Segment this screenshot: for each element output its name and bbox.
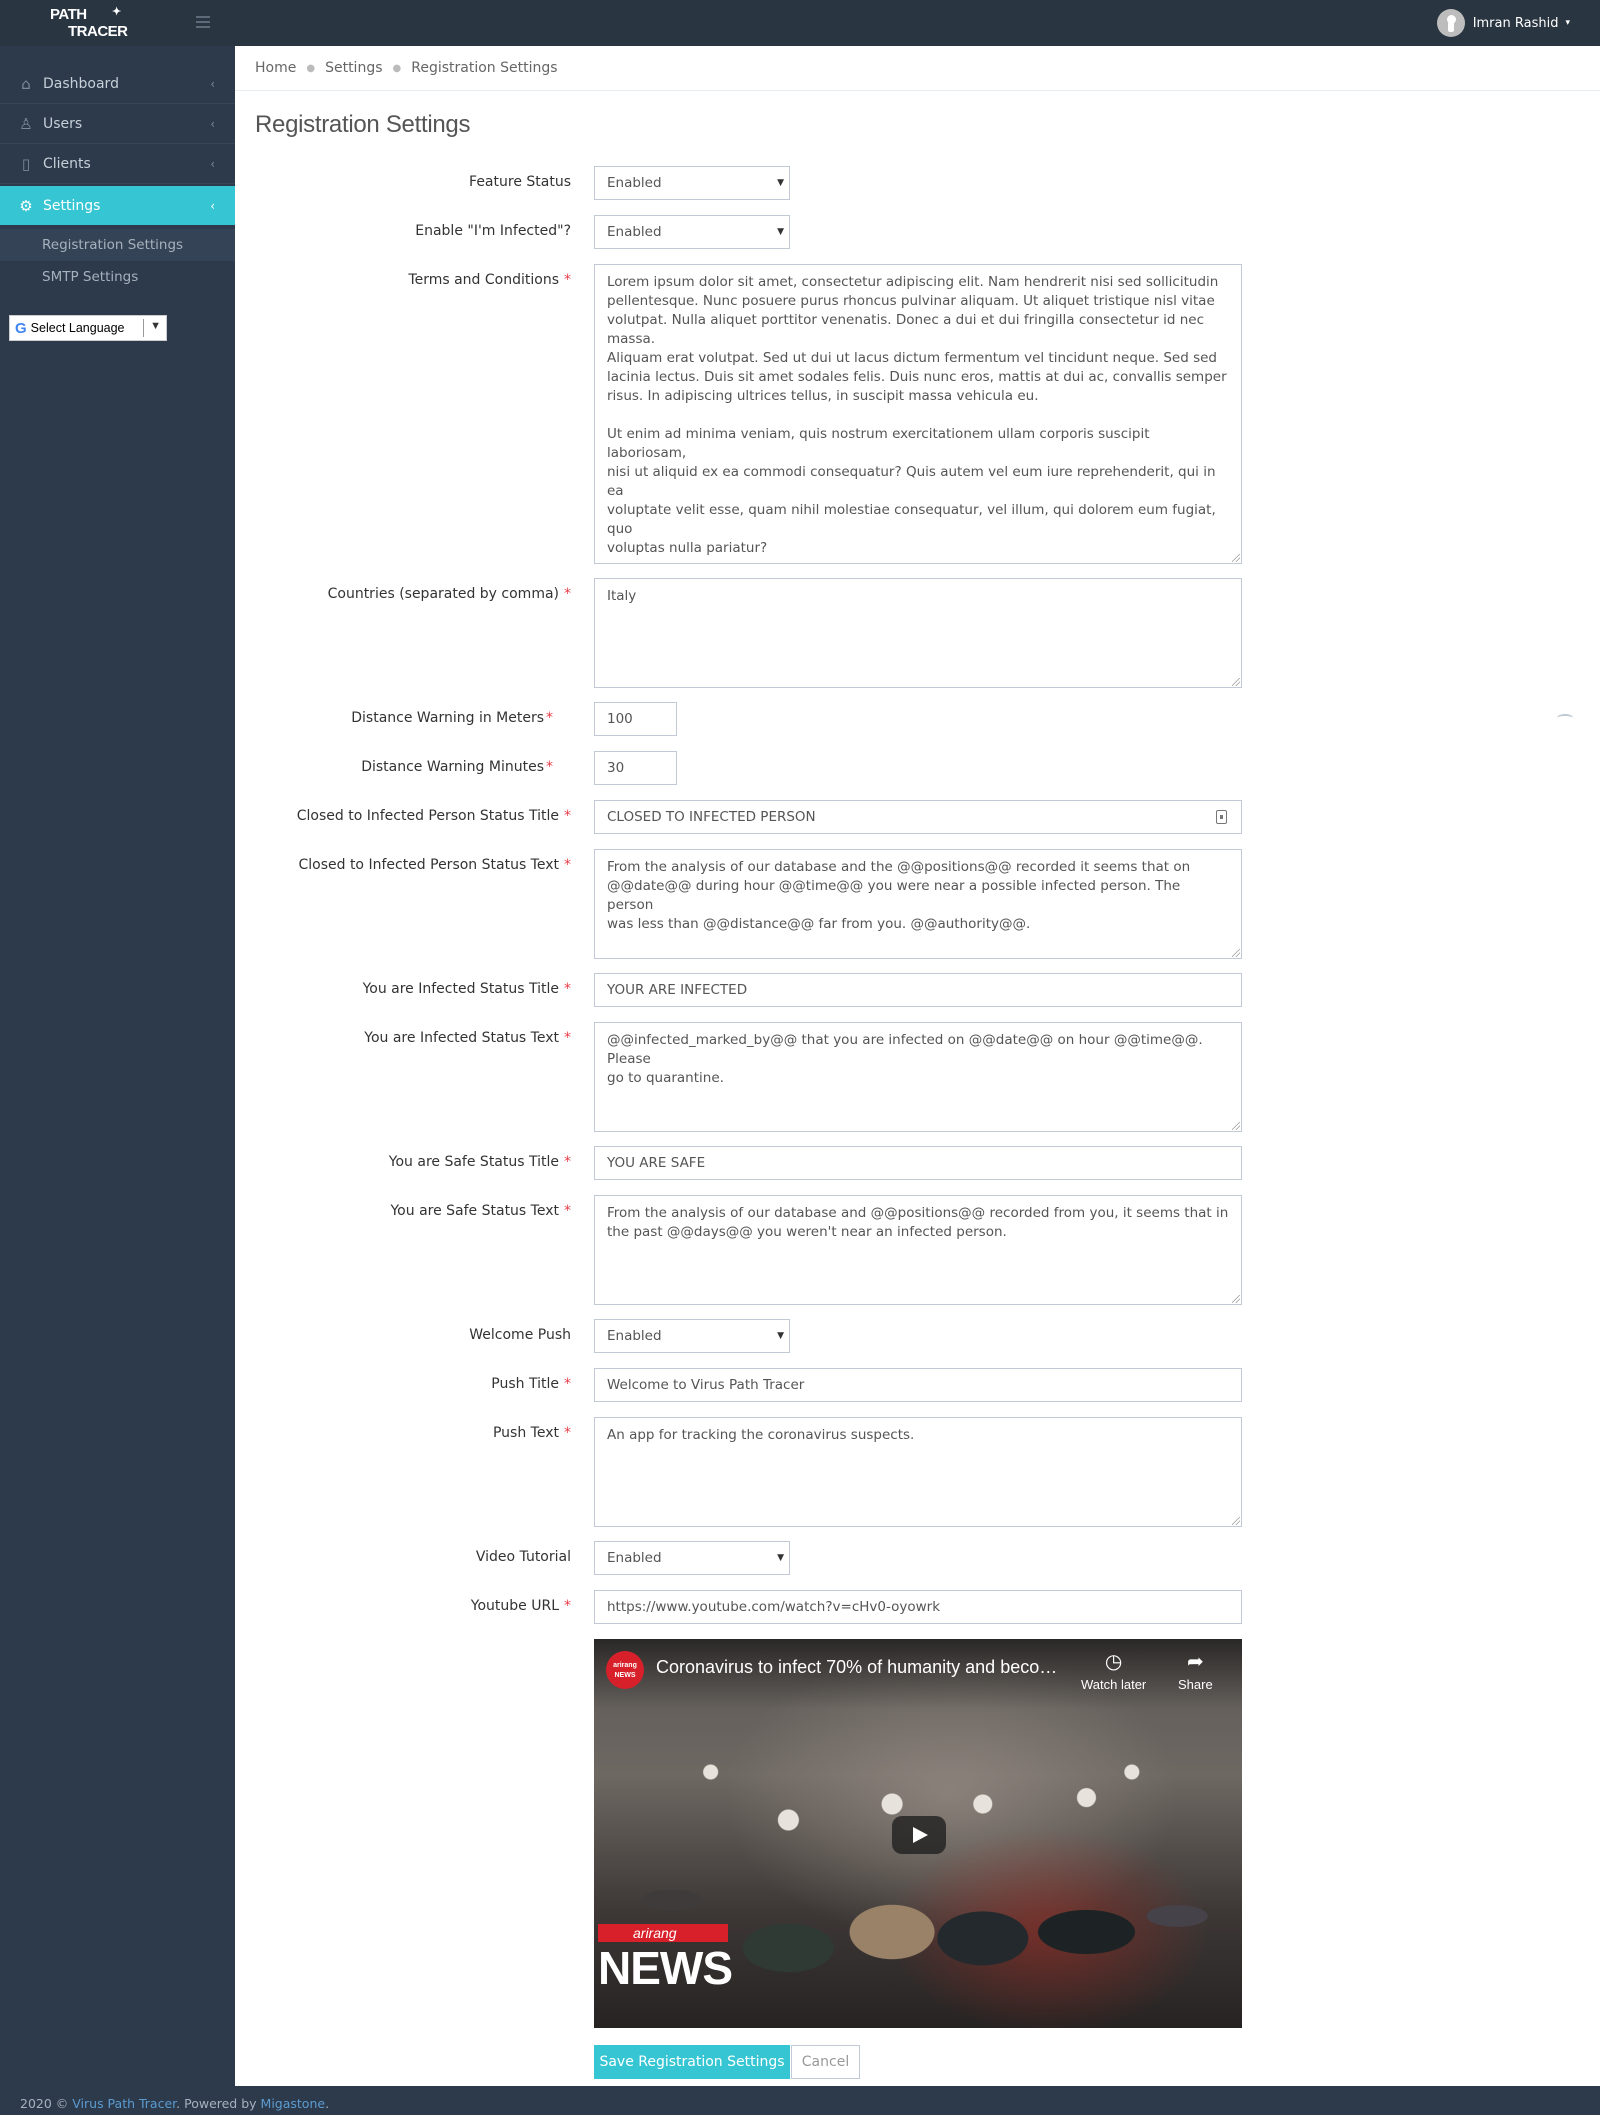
language-selector[interactable]: G Select Language ▼ <box>9 315 167 341</box>
logo-star-icon: ✦ <box>112 6 121 18</box>
youtube-video-embed[interactable]: arirang NEWS Coronavirus to infect 70% o… <box>594 1639 1242 2028</box>
closed-title-label: Closed to Infected Person Status Title * <box>296 808 571 824</box>
feature-status-label: Feature Status <box>469 174 571 190</box>
closed-title-input[interactable]: CLOSED TO INFECTED PERSON <box>594 800 1242 834</box>
infected-title-label: You are Infected Status Title * <box>362 981 571 997</box>
app-logo[interactable]: PATH TRACER ✦ <box>50 4 136 44</box>
push-text-textarea[interactable]: An app for tracking the coronavirus susp… <box>594 1417 1242 1527</box>
closed-text-label: Closed to Infected Person Status Text * <box>298 857 571 873</box>
logo-line-2: TRACER <box>68 23 128 40</box>
enable-infected-label: Enable "I'm Infected"? <box>415 223 571 239</box>
youtube-url-label: Youtube URL * <box>470 1598 571 1614</box>
home-icon: ⌂ <box>21 75 31 93</box>
breadcrumb-separator-icon: ● <box>392 62 402 74</box>
safe-text-textarea[interactable]: From the analysis of our database and @@… <box>594 1195 1242 1305</box>
share-button[interactable]: ➦ Share <box>1178 1651 1213 1692</box>
safe-text-label: You are Safe Status Text * <box>390 1203 571 1219</box>
breadcrumb-separator-icon: ● <box>306 62 316 74</box>
play-button-icon[interactable] <box>892 1816 946 1854</box>
breadcrumb-settings[interactable]: Settings <box>325 60 382 76</box>
infected-title-input[interactable]: YOUR ARE INFECTED <box>594 973 1242 1007</box>
safe-title-input[interactable]: YOU ARE SAFE <box>594 1146 1242 1180</box>
news-logo-bar: arirang <box>598 1924 728 1942</box>
push-text-label: Push Text * <box>492 1425 571 1441</box>
distance-minutes-label: Distance Warning Minutes * <box>361 759 553 775</box>
cancel-button[interactable]: Cancel <box>791 2045 860 2079</box>
language-selector-label: Select Language <box>30 321 125 335</box>
distance-minutes-input[interactable]: 30 <box>594 751 677 785</box>
page-title: Registration Settings <box>255 111 471 138</box>
safe-title-label: You are Safe Status Title * <box>388 1154 571 1170</box>
welcome-push-select[interactable]: Enabled ▼ <box>594 1319 790 1353</box>
push-title-input[interactable]: Welcome to Virus Path Tracer <box>594 1368 1242 1402</box>
user-name: Imran Rashid <box>1472 15 1559 31</box>
feature-status-select[interactable]: Enabled ▼ <box>594 166 790 200</box>
chevron-down-icon: ▾ <box>1565 18 1570 28</box>
dropdown-arrow-icon: ▼ <box>150 320 161 332</box>
sidebar-item-label: Settings <box>43 197 101 214</box>
footer-product-link[interactable]: Virus Path Tracer <box>72 2096 176 2111</box>
sidebar-item-label: Clients <box>43 156 91 172</box>
welcome-push-label: Welcome Push <box>469 1327 571 1343</box>
countries-label: Countries (separated by comma) * <box>327 586 571 602</box>
phone-icon: ▯ <box>21 155 31 173</box>
dropdown-arrow-icon: ▼ <box>777 178 784 188</box>
distance-meters-label: Distance Warning in Meters * <box>351 710 553 726</box>
dropdown-arrow-icon: ▼ <box>777 1331 784 1341</box>
user-icon: ♙ <box>19 115 33 133</box>
save-button[interactable]: Save Registration Settings <box>594 2045 790 2079</box>
video-tutorial-select[interactable]: Enabled ▼ <box>594 1541 790 1575</box>
dropdown-arrow-icon: ▼ <box>777 227 784 237</box>
video-tutorial-label: Video Tutorial <box>475 1549 571 1565</box>
breadcrumb-current: Registration Settings <box>411 60 558 76</box>
chevron-left-icon: ‹ <box>210 157 215 171</box>
footer-company-link[interactable]: Migastone <box>261 2096 326 2111</box>
settings-submenu: Registration Settings SMTP Settings <box>0 229 235 299</box>
breadcrumb-home[interactable]: Home <box>255 60 296 76</box>
sidebar-toggle-icon[interactable] <box>196 16 210 28</box>
chevron-left-icon: ‹ <box>210 198 215 213</box>
main-content: Home ● Settings ● Registration Settings … <box>235 46 1600 2086</box>
clock-icon: ◷ <box>1104 1651 1123 1673</box>
channel-avatar[interactable]: arirang NEWS <box>606 1651 644 1689</box>
sidebar-subitem-smtp-settings[interactable]: SMTP Settings <box>0 261 235 293</box>
sidebar-item-label: Dashboard <box>43 76 119 92</box>
share-icon: ➦ <box>1186 1651 1204 1673</box>
infected-text-textarea[interactable]: @@infected_marked_by@@ that you are infe… <box>594 1022 1242 1132</box>
infected-text-label: You are Infected Status Text * <box>364 1030 571 1046</box>
sidebar-item-label: Users <box>43 116 83 132</box>
watch-later-button[interactable]: ◷ Watch later <box>1081 1651 1146 1692</box>
news-logo: NEWS <box>598 1942 733 1994</box>
sidebar-item-settings[interactable]: ⚙ Settings ‹ <box>0 186 235 225</box>
gear-icon: ⚙ <box>19 196 33 215</box>
sidebar-subitem-registration-settings[interactable]: Registration Settings <box>0 229 235 261</box>
chevron-left-icon: ‹ <box>210 77 215 91</box>
user-menu[interactable]: Imran Rashid ▾ <box>1436 9 1570 37</box>
enable-infected-select[interactable]: Enabled ▼ <box>594 215 790 249</box>
logo-line-1: PATH <box>50 6 87 23</box>
terms-textarea[interactable]: Lorem ipsum dolor sit amet, consectetur … <box>594 264 1242 564</box>
closed-text-textarea[interactable]: From the analysis of our database and th… <box>594 849 1242 959</box>
distance-meters-input[interactable]: 100 <box>594 702 677 736</box>
countries-textarea[interactable]: Italy <box>594 578 1242 688</box>
youtube-url-input[interactable]: https://www.youtube.com/watch?v=cHv0-oyo… <box>594 1590 1242 1624</box>
dropdown-arrow-icon: ▼ <box>777 1553 784 1563</box>
video-title[interactable]: Coronavirus to infect 70% of humanity an… <box>656 1657 1066 1678</box>
sidebar-item-clients[interactable]: ▯ Clients ‹ <box>0 145 235 184</box>
breadcrumb: Home ● Settings ● Registration Settings <box>255 46 558 90</box>
loading-spinner-icon <box>1557 714 1573 722</box>
top-bar: PATH TRACER ✦ Imran Rashid ▾ <box>0 0 1600 46</box>
terms-label: Terms and Conditions * <box>408 272 571 288</box>
password-manager-icon[interactable] <box>1216 810 1227 824</box>
footer: 2020 © Virus Path Tracer. Powered by Mig… <box>0 2086 1600 2115</box>
sidebar: ⌂ Dashboard ‹ ♙ Users ‹ ▯ Clients ‹ ⚙ Se… <box>0 46 235 2086</box>
sidebar-item-dashboard[interactable]: ⌂ Dashboard ‹ <box>0 65 235 104</box>
push-title-label: Push Title * <box>491 1376 571 1392</box>
avatar <box>1436 9 1465 37</box>
chevron-left-icon: ‹ <box>210 117 215 131</box>
sidebar-item-users[interactable]: ♙ Users ‹ <box>0 105 235 144</box>
google-icon: G <box>15 319 27 337</box>
